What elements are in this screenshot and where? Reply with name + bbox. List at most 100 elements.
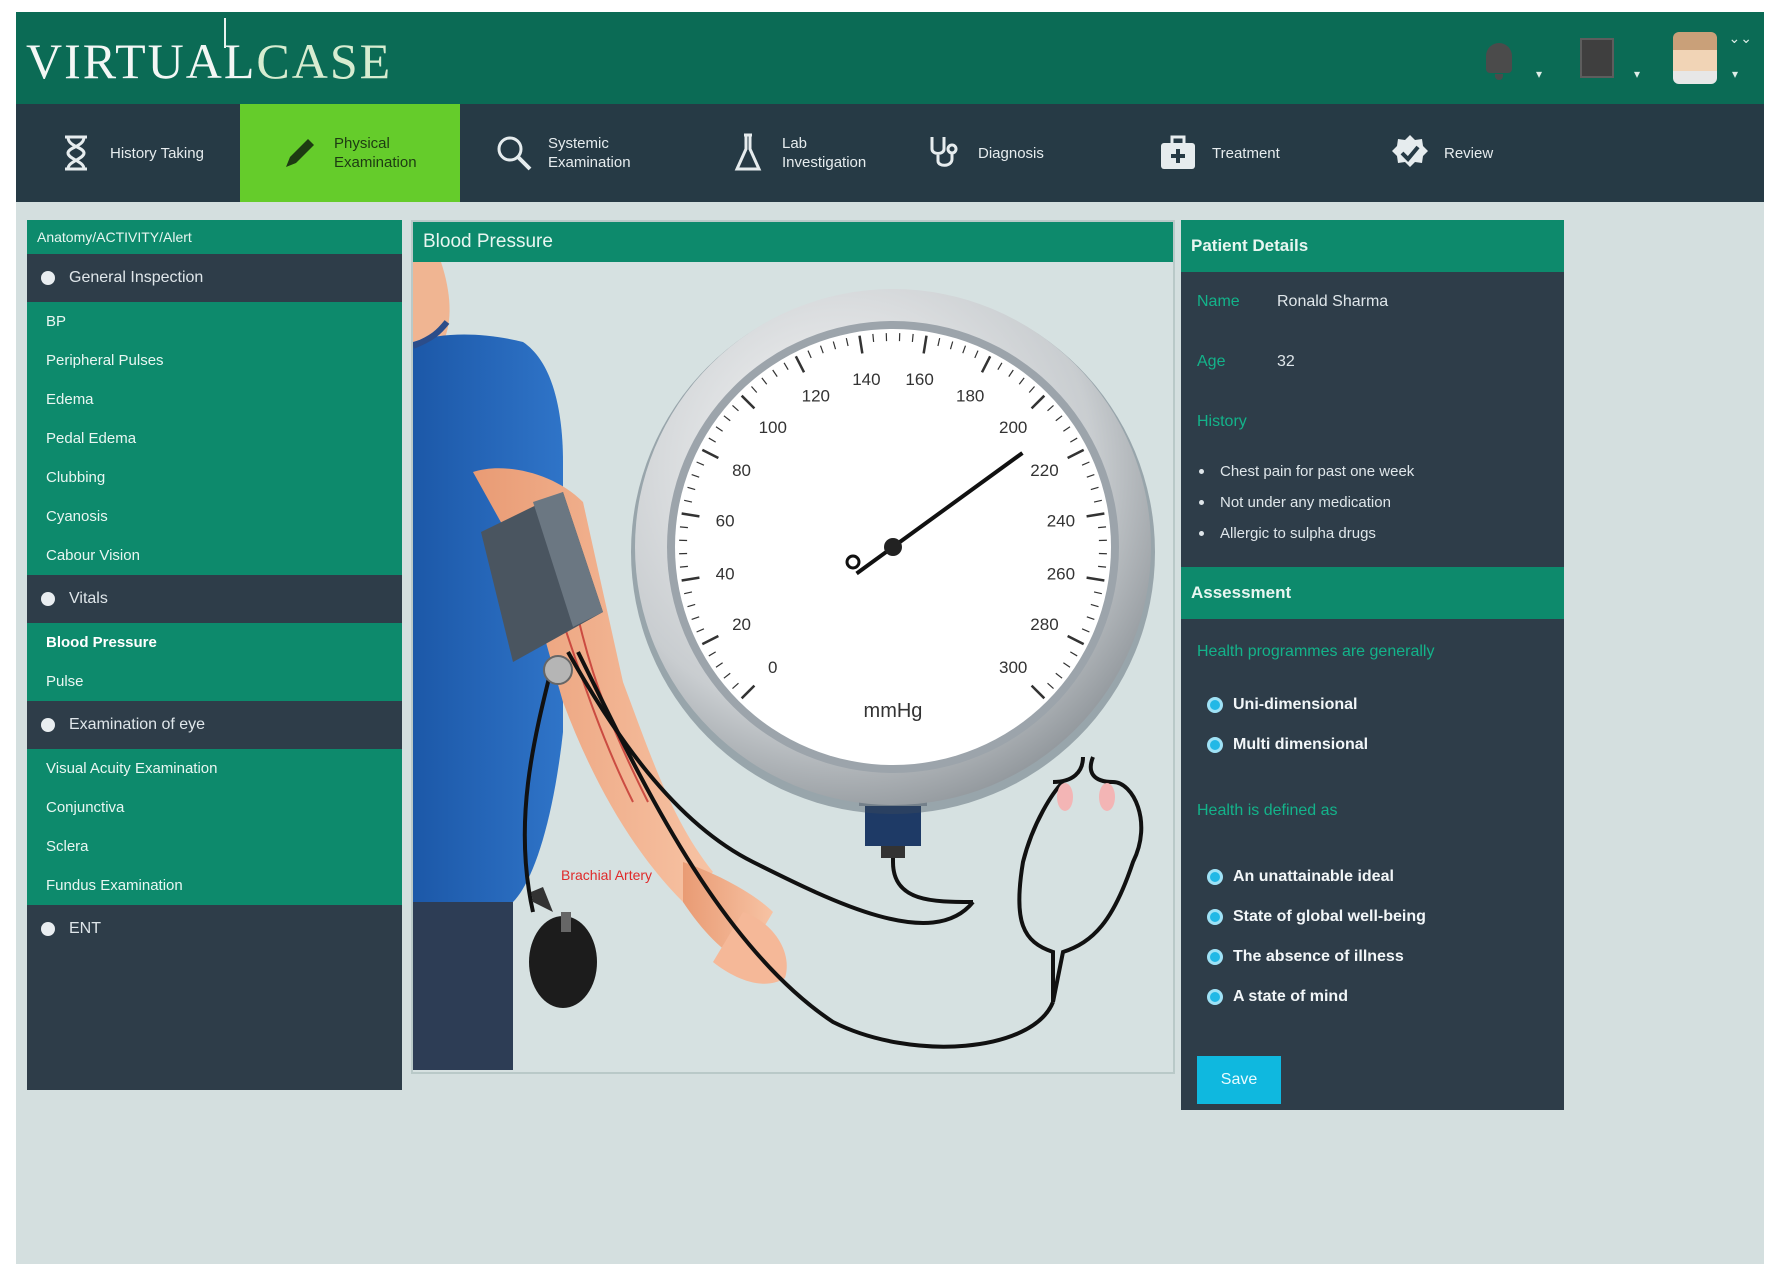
notifications-button[interactable]: ▾ — [1470, 29, 1542, 87]
nav-tab-systemic-examination[interactable]: Systemic Examination — [460, 104, 698, 202]
gauge-tick-label: 220 — [1030, 461, 1058, 480]
sidebar-item[interactable]: Pulse — [27, 662, 402, 701]
collapse-icon[interactable]: ⌄⌄ — [1729, 30, 1752, 47]
radio-button[interactable] — [1207, 737, 1223, 753]
gauge-tick — [872, 333, 875, 342]
question-text: Health programmes are generally — [1197, 643, 1435, 660]
sidebar-group-general-inspection[interactable]: General Inspection — [27, 254, 402, 302]
answer-option[interactable]: An unattainable ideal — [1181, 857, 1564, 897]
radio-button[interactable] — [1207, 949, 1223, 965]
gauge-tick — [911, 333, 914, 342]
sidebar-group-vitals[interactable]: Vitals — [27, 575, 402, 623]
gauge-tick-label: 20 — [732, 615, 751, 634]
gauge-tick-label: 40 — [716, 565, 735, 584]
gauge-tick-label: 80 — [732, 461, 751, 480]
sidebar-item-blood-pressure[interactable]: Blood Pressure — [27, 623, 402, 662]
gauge-unit: mmHg — [864, 700, 923, 722]
gauge-tick-label: 180 — [956, 387, 984, 406]
gauge-tick-label: 280 — [1030, 615, 1058, 634]
field-label: Age — [1197, 353, 1226, 370]
option-label: A state of mind — [1233, 988, 1348, 1005]
bullet-icon — [41, 592, 55, 606]
radio-button[interactable] — [1207, 697, 1223, 713]
save-button[interactable]: Save — [1197, 1056, 1281, 1104]
stethoscope-icon — [922, 131, 966, 175]
gauge-tick-label: 100 — [759, 418, 787, 437]
review-badge-icon — [1388, 131, 1432, 175]
details-panel: Patient Details Name Ronald Sharma Age 3… — [1181, 220, 1564, 1110]
main-nav: History Taking Physical Examination Syst… — [16, 104, 1764, 202]
medical-kit-icon — [1156, 131, 1200, 175]
nav-tab-label: History Taking — [110, 144, 204, 162]
gauge-tick — [1098, 526, 1107, 529]
sidebar-item[interactable]: Cabour Vision — [27, 536, 402, 575]
nav-tab-label: Diagnosis — [978, 144, 1044, 162]
sidebar-item[interactable]: Fundus Examination — [27, 866, 402, 905]
sidebar-item[interactable]: Visual Acuity Examination — [27, 749, 402, 788]
nav-tab-history-taking[interactable]: History Taking — [16, 104, 240, 202]
sidebar-item[interactable]: Clubbing — [27, 458, 402, 497]
sidebar-group-ent[interactable]: ENT — [27, 905, 402, 953]
stethoscope-earpieces-icon — [1052, 756, 1115, 811]
sidebar-item[interactable]: Edema — [27, 380, 402, 419]
sidebar-item[interactable]: Pedal Edema — [27, 419, 402, 458]
bullet-icon — [41, 271, 55, 285]
answer-option[interactable]: A state of mind — [1181, 977, 1564, 1017]
bell-icon — [1486, 43, 1512, 80]
radio-button[interactable] — [1207, 869, 1223, 885]
sidebar-item[interactable]: Sclera — [27, 827, 402, 866]
option-label: Multi dimensional — [1233, 736, 1369, 753]
sidebar-group-items: Visual Acuity Examination Conjunctiva Sc… — [27, 749, 402, 905]
option-label: Uni-dimensional — [1233, 696, 1358, 713]
nav-tab-treatment[interactable]: Treatment — [1136, 104, 1358, 202]
sidebar-item[interactable]: BP — [27, 302, 402, 341]
sidebar-item[interactable]: Conjunctiva — [27, 788, 402, 827]
nav-tab-lab-investigation[interactable]: Lab Investigation — [698, 104, 912, 202]
logo-text-virtual: VIRTUAL — [26, 33, 257, 89]
sidebar-group-examination-of-eye[interactable]: Examination of eye — [27, 701, 402, 749]
sidebar-group-label: Examination of eye — [69, 716, 206, 733]
nav-tab-diagnosis[interactable]: Diagnosis — [912, 104, 1136, 202]
answer-option[interactable]: State of global well-being — [1181, 897, 1564, 937]
gauge-tick-label: 240 — [1047, 511, 1075, 530]
history-item: Chest pain for past one week — [1199, 456, 1564, 487]
nav-tab-review[interactable]: Review — [1358, 104, 1564, 202]
gauge-tick-label: 60 — [716, 511, 735, 530]
notebook-icon — [1580, 38, 1614, 78]
sidebar-group-label: General Inspection — [69, 269, 204, 286]
chevron-down-icon: ▾ — [1633, 67, 1640, 81]
gauge-tick-label: 140 — [852, 370, 880, 389]
chevron-down-icon: ▾ — [1731, 67, 1738, 81]
stethoscope-chestpiece-icon — [543, 655, 573, 685]
sidebar-item[interactable]: Cyanosis — [27, 497, 402, 536]
gauge-tick — [679, 526, 688, 529]
pencil-icon — [278, 131, 322, 175]
profile-button[interactable]: ▾ — [1666, 29, 1738, 87]
nav-tab-physical-examination[interactable]: Physical Examination — [240, 104, 460, 202]
history-item: Not under any medication — [1199, 487, 1564, 518]
patient-name-row: Name Ronald Sharma — [1181, 272, 1564, 332]
sidebar-title: Anatomy/ACTIVITY/Alert — [27, 220, 402, 254]
sidebar-item[interactable]: Peripheral Pulses — [27, 341, 402, 380]
examination-viewer: Blood Pressure Brachial Artery 0 20 40 6… — [411, 220, 1175, 1074]
radio-button[interactable] — [1207, 909, 1223, 925]
option-label: The absence of illness — [1233, 948, 1404, 965]
answer-option[interactable]: Uni-dimensional — [1181, 685, 1564, 725]
option-label: An unattainable ideal — [1233, 868, 1394, 885]
patient-age-row: Age 32 — [1181, 332, 1564, 392]
gauge-tick-label: 0 — [768, 658, 777, 677]
flask-icon — [726, 131, 770, 175]
messages-button[interactable]: ▾ — [1568, 29, 1640, 87]
answer-option[interactable]: Multi dimensional — [1181, 725, 1564, 765]
patient-name: Ronald Sharma — [1277, 293, 1389, 310]
option-label: State of global well-being — [1233, 908, 1426, 925]
radio-button[interactable] — [1207, 989, 1223, 1005]
nav-tab-label: Lab Investigation — [782, 135, 867, 171]
patient-history-row: History — [1181, 392, 1564, 452]
answer-option[interactable]: The absence of illness — [1181, 937, 1564, 977]
history-item: Allergic to sulpha drugs — [1199, 518, 1564, 549]
nav-tab-label: Physical Examination — [334, 135, 417, 171]
app-logo[interactable]: VIRTUAL CASE — [26, 18, 392, 92]
sidebar-group-items: Blood Pressure Pulse — [27, 623, 402, 701]
gauge-tick — [679, 565, 688, 568]
